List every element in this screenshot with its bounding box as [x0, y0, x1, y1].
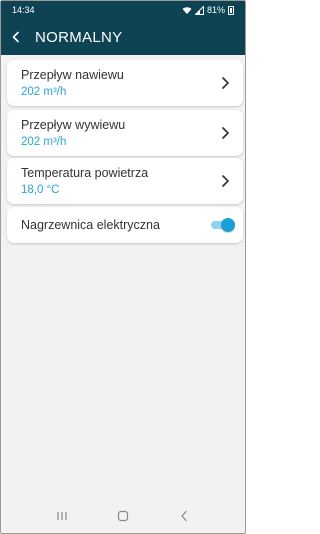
item-value: 18,0 °C: [21, 183, 60, 196]
back-button[interactable]: [1, 19, 31, 55]
item-label: Przepływ wywiewu: [21, 117, 126, 132]
toggle-thumb: [221, 218, 235, 232]
list-item-exhaust-flow[interactable]: Przepływ wywiewu 202 m³/h: [7, 110, 243, 156]
battery-text: 81%: [206, 5, 225, 15]
status-bar: 14:34 81%: [1, 1, 245, 19]
home-icon: [117, 510, 129, 522]
wifi-icon: [182, 6, 192, 15]
item-value: 202 m³/h: [21, 135, 67, 148]
heater-toggle[interactable]: [211, 218, 235, 232]
system-nav-bar: [1, 499, 245, 533]
app-bar: NORMALNY: [1, 19, 245, 55]
back-nav-icon: [181, 510, 187, 522]
signal-icon: [194, 5, 204, 15]
home-button[interactable]: [108, 501, 138, 531]
item-label: Nagrzewnica elektryczna: [21, 217, 160, 232]
recent-apps-icon: [57, 512, 67, 520]
list-item-supply-flow[interactable]: Przepływ nawiewu 202 m³/h: [7, 60, 243, 106]
page-title: NORMALNY: [35, 28, 123, 46]
item-label: Przepływ nawiewu: [21, 67, 124, 82]
chevron-right-icon[interactable]: [215, 123, 235, 143]
chevron-left-icon: [12, 31, 19, 43]
chevron-right-icon[interactable]: [215, 73, 235, 93]
back-nav-button[interactable]: [169, 501, 199, 531]
recent-apps-button[interactable]: [47, 501, 77, 531]
battery-icon: [228, 5, 234, 15]
status-time: 14:34: [12, 5, 35, 15]
status-icons: 81%: [182, 5, 234, 15]
chevron-right-icon[interactable]: [215, 171, 235, 191]
item-label: Temperatura powietrza: [21, 165, 149, 180]
list-item-air-temperature[interactable]: Temperatura powietrza 18,0 °C: [7, 158, 243, 204]
list-item-electric-heater[interactable]: Nagrzewnica elektryczna: [7, 207, 243, 243]
item-value: 202 m³/h: [21, 85, 67, 98]
app-screen: 14:34 81% NORMALNY Przepływ nawiewu 202 …: [0, 0, 246, 534]
